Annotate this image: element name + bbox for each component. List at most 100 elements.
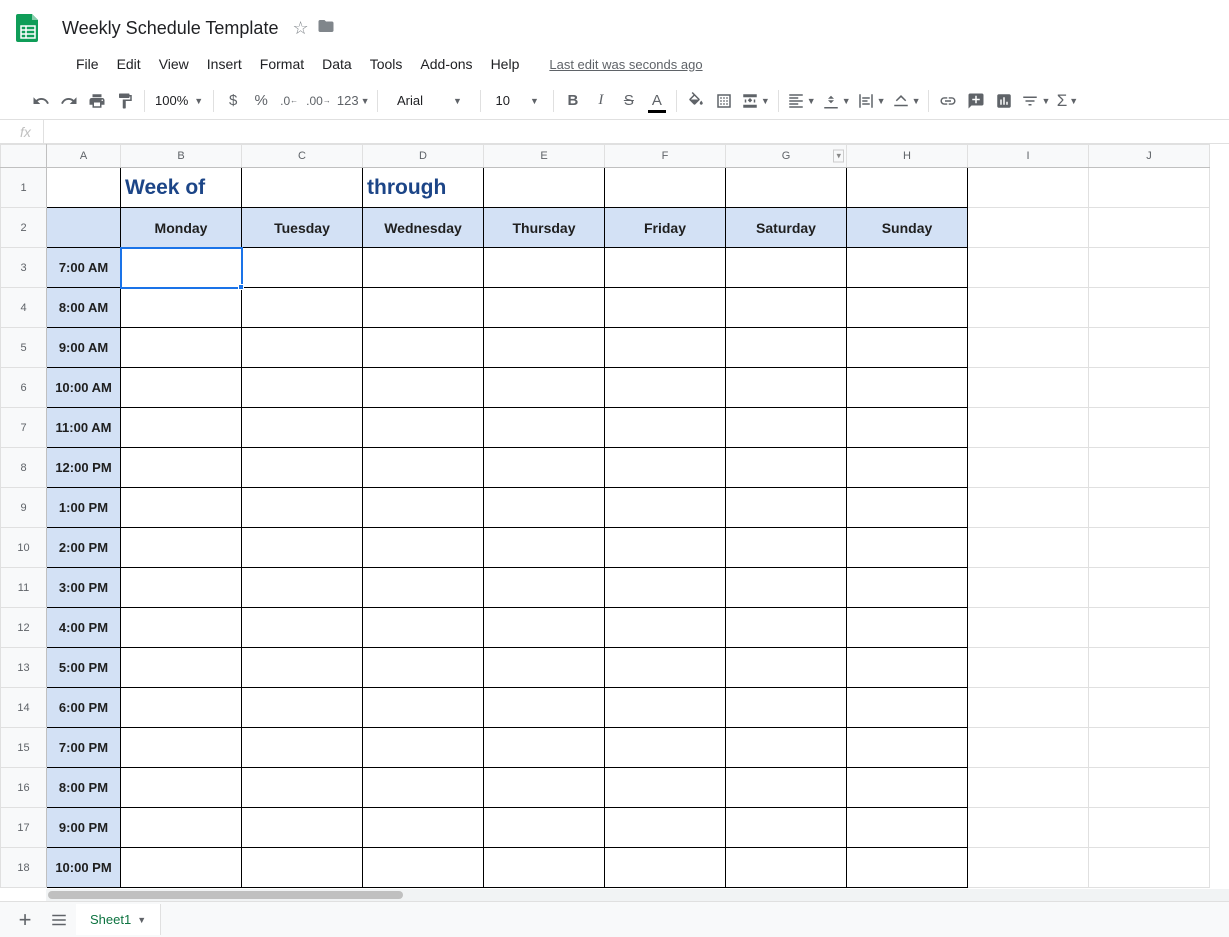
cell-f15[interactable] (605, 728, 726, 768)
menu-addons[interactable]: Add-ons (412, 52, 480, 76)
row-header-10[interactable]: 10 (1, 528, 47, 568)
row-header-14[interactable]: 14 (1, 688, 47, 728)
cell-a17[interactable]: 9:00 PM (47, 808, 121, 848)
cell-d14[interactable] (363, 688, 484, 728)
decrease-decimal-button[interactable]: .0← (276, 88, 302, 114)
fill-color-button[interactable] (683, 88, 709, 114)
cell-g7[interactable] (726, 408, 847, 448)
cell-d4[interactable] (363, 288, 484, 328)
cell-a18[interactable]: 10:00 PM (47, 848, 121, 888)
cell-d9[interactable] (363, 488, 484, 528)
cell-d1[interactable]: through (363, 168, 484, 208)
cell-i6[interactable] (968, 368, 1089, 408)
cell-g18[interactable] (726, 848, 847, 888)
cell-b6[interactable] (121, 368, 242, 408)
cell-e1[interactable] (484, 168, 605, 208)
cell-c16[interactable] (242, 768, 363, 808)
col-header-c[interactable]: C (242, 145, 363, 168)
cell-h17[interactable] (847, 808, 968, 848)
insert-chart-button[interactable] (991, 88, 1017, 114)
cell-a14[interactable]: 6:00 PM (47, 688, 121, 728)
cell-i2[interactable] (968, 208, 1089, 248)
cell-j9[interactable] (1089, 488, 1210, 528)
cell-a7[interactable]: 11:00 AM (47, 408, 121, 448)
cell-a4[interactable]: 8:00 AM (47, 288, 121, 328)
cell-a1[interactable] (47, 168, 121, 208)
cell-c12[interactable] (242, 608, 363, 648)
cell-f7[interactable] (605, 408, 726, 448)
col-header-b[interactable]: B (121, 145, 242, 168)
cell-h10[interactable] (847, 528, 968, 568)
cell-j4[interactable] (1089, 288, 1210, 328)
col-header-j[interactable]: J (1089, 145, 1210, 168)
cell-j14[interactable] (1089, 688, 1210, 728)
cell-i14[interactable] (968, 688, 1089, 728)
col-header-d[interactable]: D (363, 145, 484, 168)
sheets-logo-icon[interactable] (8, 8, 48, 48)
cell-i10[interactable] (968, 528, 1089, 568)
cell-a2[interactable] (47, 208, 121, 248)
row-header-17[interactable]: 17 (1, 808, 47, 848)
cell-d5[interactable] (363, 328, 484, 368)
cell-e14[interactable] (484, 688, 605, 728)
cell-i13[interactable] (968, 648, 1089, 688)
cell-j17[interactable] (1089, 808, 1210, 848)
star-icon[interactable]: ☆ (292, 18, 308, 39)
cell-g1[interactable] (726, 168, 847, 208)
row-header-2[interactable]: 2 (1, 208, 47, 248)
cell-g8[interactable] (726, 448, 847, 488)
text-rotation-button[interactable]: ▼ (890, 88, 923, 114)
cell-g15[interactable] (726, 728, 847, 768)
all-sheets-button[interactable] (42, 903, 76, 937)
doc-title[interactable]: Weekly Schedule Template (56, 16, 284, 41)
text-wrap-button[interactable]: ▼ (855, 88, 888, 114)
cell-d3[interactable] (363, 248, 484, 288)
cell-d10[interactable] (363, 528, 484, 568)
cell-j2[interactable] (1089, 208, 1210, 248)
cell-e2[interactable]: Thursday (484, 208, 605, 248)
cell-j8[interactable] (1089, 448, 1210, 488)
cell-j1[interactable] (1089, 168, 1210, 208)
cell-c3[interactable] (242, 248, 363, 288)
cell-h16[interactable] (847, 768, 968, 808)
cell-e7[interactable] (484, 408, 605, 448)
cell-b15[interactable] (121, 728, 242, 768)
cell-g2[interactable]: Saturday (726, 208, 847, 248)
cell-i16[interactable] (968, 768, 1089, 808)
row-header-11[interactable]: 11 (1, 568, 47, 608)
add-sheet-button[interactable]: + (8, 903, 42, 937)
cell-h9[interactable] (847, 488, 968, 528)
menu-data[interactable]: Data (314, 52, 360, 76)
cell-b16[interactable] (121, 768, 242, 808)
cell-f8[interactable] (605, 448, 726, 488)
cell-e3[interactable] (484, 248, 605, 288)
cell-c18[interactable] (242, 848, 363, 888)
cell-f6[interactable] (605, 368, 726, 408)
menu-tools[interactable]: Tools (362, 52, 411, 76)
cell-f9[interactable] (605, 488, 726, 528)
cell-j16[interactable] (1089, 768, 1210, 808)
cell-j3[interactable] (1089, 248, 1210, 288)
cell-i8[interactable] (968, 448, 1089, 488)
cell-f4[interactable] (605, 288, 726, 328)
percent-button[interactable]: % (248, 88, 274, 114)
cell-h15[interactable] (847, 728, 968, 768)
cell-f16[interactable] (605, 768, 726, 808)
merge-cells-button[interactable]: ▼ (739, 88, 772, 114)
cell-h5[interactable] (847, 328, 968, 368)
last-edit-link[interactable]: Last edit was seconds ago (549, 57, 702, 72)
cell-d17[interactable] (363, 808, 484, 848)
row-header-3[interactable]: 3 (1, 248, 47, 288)
cell-g17[interactable] (726, 808, 847, 848)
row-header-6[interactable]: 6 (1, 368, 47, 408)
formula-input[interactable] (44, 120, 1229, 143)
cell-f2[interactable]: Friday (605, 208, 726, 248)
cell-c17[interactable] (242, 808, 363, 848)
cell-j12[interactable] (1089, 608, 1210, 648)
cell-i5[interactable] (968, 328, 1089, 368)
cell-a8[interactable]: 12:00 PM (47, 448, 121, 488)
cell-f1[interactable] (605, 168, 726, 208)
cell-i18[interactable] (968, 848, 1089, 888)
cell-d8[interactable] (363, 448, 484, 488)
select-all-corner[interactable] (1, 145, 47, 168)
